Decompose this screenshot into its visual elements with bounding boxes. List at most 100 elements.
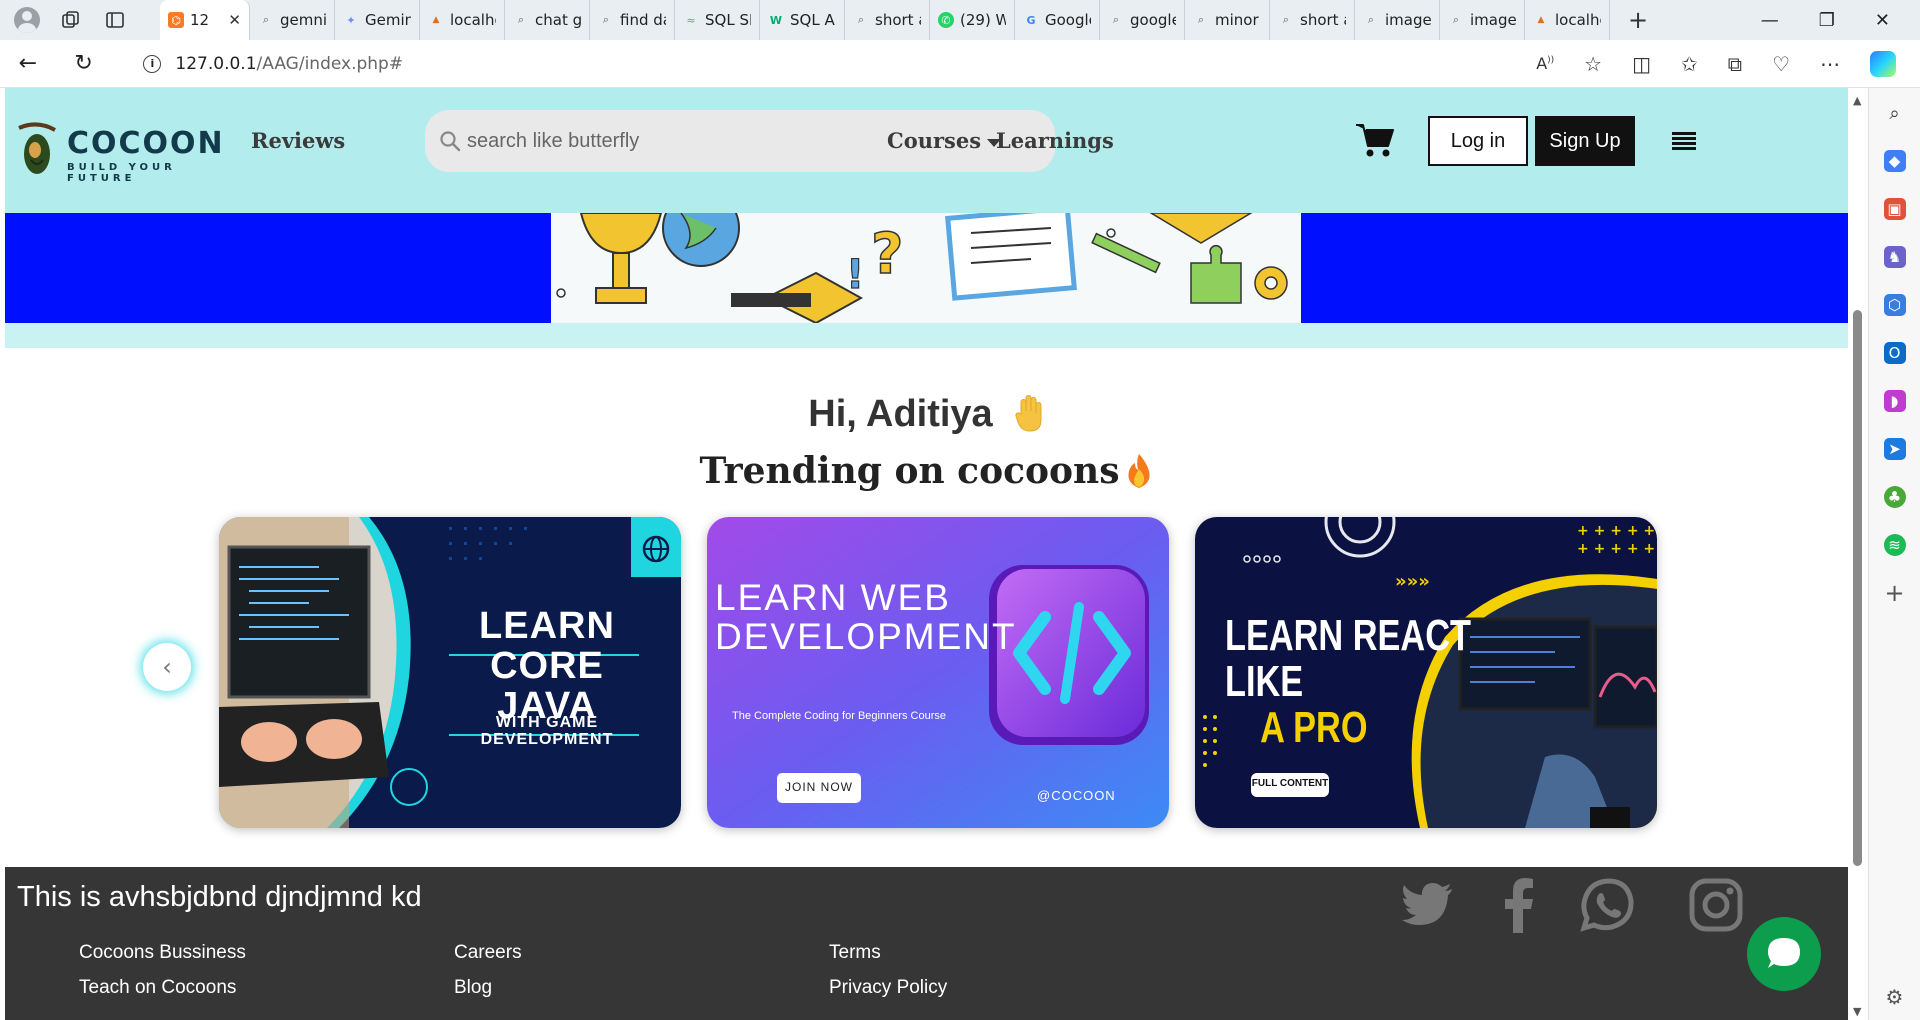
tab-actions-icon[interactable]	[102, 7, 128, 33]
twitter-icon[interactable]	[1400, 877, 1456, 933]
card-java-line1: LEARN	[479, 605, 615, 647]
sidebar-designer-icon[interactable]: ◗	[1883, 390, 1906, 412]
tab[interactable]: ⌕ find da	[590, 0, 675, 40]
greeting-heading: Hi, Aditiya	[5, 393, 1848, 436]
tab-label: short a	[875, 11, 921, 29]
hamburger-menu-icon[interactable]	[1672, 132, 1696, 150]
hero-banner: ? !	[5, 213, 1848, 323]
restore-icon[interactable]: ❐	[1819, 10, 1835, 31]
tab-label: short a	[1300, 11, 1346, 29]
back-icon[interactable]: ←	[0, 51, 56, 76]
course-card-java[interactable]: LEARN CORE JAVA WITH GAME DEVELOPMENT	[219, 517, 681, 828]
sidebar-microsoft365-icon[interactable]: ⬡	[1883, 294, 1906, 316]
tab[interactable]: ⌕ short a	[1270, 0, 1355, 40]
footer-title: This is avhsbjdbnd djndjmnd kd	[17, 881, 422, 913]
chat-bubble-icon	[1768, 938, 1800, 968]
tab[interactable]: ⌕ image	[1440, 0, 1525, 40]
edge-sidebar: ⌕ ◆ ▣ ♞ ⬡ O ◗ ➤ ♣ ≋ + ⚙	[1868, 88, 1920, 1020]
footer-link-terms[interactable]: Terms	[829, 942, 881, 964]
tab[interactable]: ⌕ chat gp	[505, 0, 590, 40]
footer-link-careers[interactable]: Careers	[454, 942, 522, 964]
search-favicon-icon: ⌕	[1112, 13, 1120, 26]
nav-courses-dropdown[interactable]: Courses	[887, 128, 1002, 153]
workspaces-icon[interactable]	[58, 7, 84, 33]
read-aloud-icon[interactable]: A))	[1536, 54, 1554, 73]
card-react-line3: A PRO	[1260, 703, 1368, 753]
page-scrollbar[interactable]: ▲ ▼	[1848, 88, 1868, 1020]
footer-link-teach[interactable]: Teach on Cocoons	[79, 977, 236, 999]
sidebar-send-icon[interactable]: ➤	[1883, 438, 1906, 460]
nav-learnings-link[interactable]: Learnings	[996, 128, 1114, 153]
tab[interactable]: ✦ Gemini	[335, 0, 420, 40]
course-card-webdev[interactable]: LEARN WEB DEVELOPMENT The Complete Codin…	[707, 517, 1169, 828]
sidebar-add-icon[interactable]: +	[1884, 579, 1906, 607]
tab[interactable]: ▲ localho	[420, 0, 505, 40]
tab[interactable]: W SQL AL	[760, 0, 845, 40]
sidebar-shopping-icon[interactable]: ◆	[1883, 150, 1906, 172]
sidebar-tree-icon[interactable]: ♣	[1883, 486, 1906, 508]
scroll-thumb[interactable]	[1853, 310, 1862, 866]
favorites-icon[interactable]: ✩	[1681, 52, 1698, 76]
tab[interactable]: ≈ SQL SE	[675, 0, 760, 40]
course-card-react[interactable]: »»» + + + + + + + + + + LEARN REACT LIKE …	[1195, 517, 1657, 828]
whatsapp-icon[interactable]	[1580, 877, 1636, 933]
tab-label: Google	[1045, 11, 1091, 29]
tab[interactable]: ⌕ gemni	[250, 0, 335, 40]
scroll-down-icon[interactable]: ▼	[1853, 1005, 1861, 1018]
refresh-icon[interactable]: ↻	[56, 51, 112, 76]
carousel-prev-button[interactable]: ‹	[143, 643, 191, 691]
close-window-icon[interactable]: ✕	[1875, 10, 1890, 31]
footer-link-blog[interactable]: Blog	[454, 977, 492, 999]
favorite-star-icon[interactable]: ☆	[1584, 52, 1602, 76]
chevron-left-icon: ‹	[162, 653, 172, 681]
page-viewport: COCOON BUILD YOUR FUTURE Reviews Courses…	[5, 88, 1848, 1020]
full-content-button[interactable]: FULL CONTENT	[1251, 778, 1329, 790]
footer-link-privacy[interactable]: Privacy Policy	[829, 977, 947, 999]
trending-heading: Trending on cocoons	[5, 450, 1848, 492]
tab[interactable]: ⌕ google	[1100, 0, 1185, 40]
chat-support-button[interactable]	[1747, 917, 1821, 991]
join-now-button[interactable]: JOIN NOW	[777, 781, 861, 794]
minimize-icon[interactable]: —	[1761, 10, 1779, 31]
split-screen-icon[interactable]: ◫	[1632, 52, 1651, 76]
tab-active[interactable]: ⌬ 12 ✕	[160, 0, 250, 40]
tab[interactable]: ✆ (29) W	[930, 0, 1015, 40]
more-menu-icon[interactable]: ⋯	[1820, 52, 1840, 76]
new-tab-icon[interactable]: +	[1610, 6, 1666, 34]
browser-essentials-icon[interactable]: ♡	[1772, 52, 1790, 76]
sidebar-settings-icon[interactable]: ⚙	[1884, 985, 1906, 1009]
signup-button[interactable]: Sign Up	[1535, 116, 1635, 166]
sidebar-search-icon[interactable]: ⌕	[1884, 102, 1906, 124]
phpmyadmin-favicon-icon: ▲	[432, 15, 440, 25]
sidebar-games-icon[interactable]: ♞	[1883, 246, 1906, 268]
instagram-icon[interactable]	[1688, 877, 1744, 933]
url-field[interactable]: i 127.0.0.1/AAG/index.php#	[123, 45, 1537, 82]
tab-close-icon[interactable]: ✕	[228, 11, 241, 29]
phpmyadmin-favicon-icon: ▲	[1537, 15, 1545, 25]
svg-text:+ + + + +: + + + + +	[1577, 541, 1655, 557]
tab[interactable]: ⌕ minor	[1185, 0, 1270, 40]
profile-avatar-icon[interactable]	[14, 7, 40, 33]
education-doodle-illustration: ? !	[551, 213, 1301, 323]
tab[interactable]: ⌕ short a	[845, 0, 930, 40]
cart-icon[interactable]	[1355, 122, 1395, 158]
collections-icon[interactable]: ⧉	[1728, 52, 1742, 76]
nav-courses-label: Courses	[887, 128, 982, 153]
search-favicon-icon: ⌕	[602, 13, 610, 26]
footer-link-business[interactable]: Cocoons Bussiness	[79, 942, 246, 964]
cocoon-logo[interactable]: COCOON BUILD YOUR FUTURE	[9, 118, 239, 184]
scroll-up-icon[interactable]: ▲	[1853, 94, 1861, 107]
tab[interactable]: ⌕ image	[1355, 0, 1440, 40]
xampp-favicon-icon: ⌬	[168, 12, 184, 28]
sidebar-spotify-icon[interactable]: ≋	[1883, 534, 1906, 556]
nav-reviews-link[interactable]: Reviews	[251, 128, 345, 153]
sidebar-outlook-icon[interactable]: O	[1883, 342, 1906, 364]
site-info-icon[interactable]: i	[143, 54, 162, 73]
facebook-icon[interactable]	[1493, 877, 1549, 933]
sidebar-tools-icon[interactable]: ▣	[1883, 198, 1906, 220]
login-button[interactable]: Log in	[1428, 116, 1528, 166]
copilot-icon[interactable]	[1870, 50, 1896, 77]
tab[interactable]: ▲ localho	[1525, 0, 1610, 40]
tab[interactable]: G Google	[1015, 0, 1100, 40]
logo-tagline: BUILD YOUR FUTURE	[67, 162, 176, 184]
